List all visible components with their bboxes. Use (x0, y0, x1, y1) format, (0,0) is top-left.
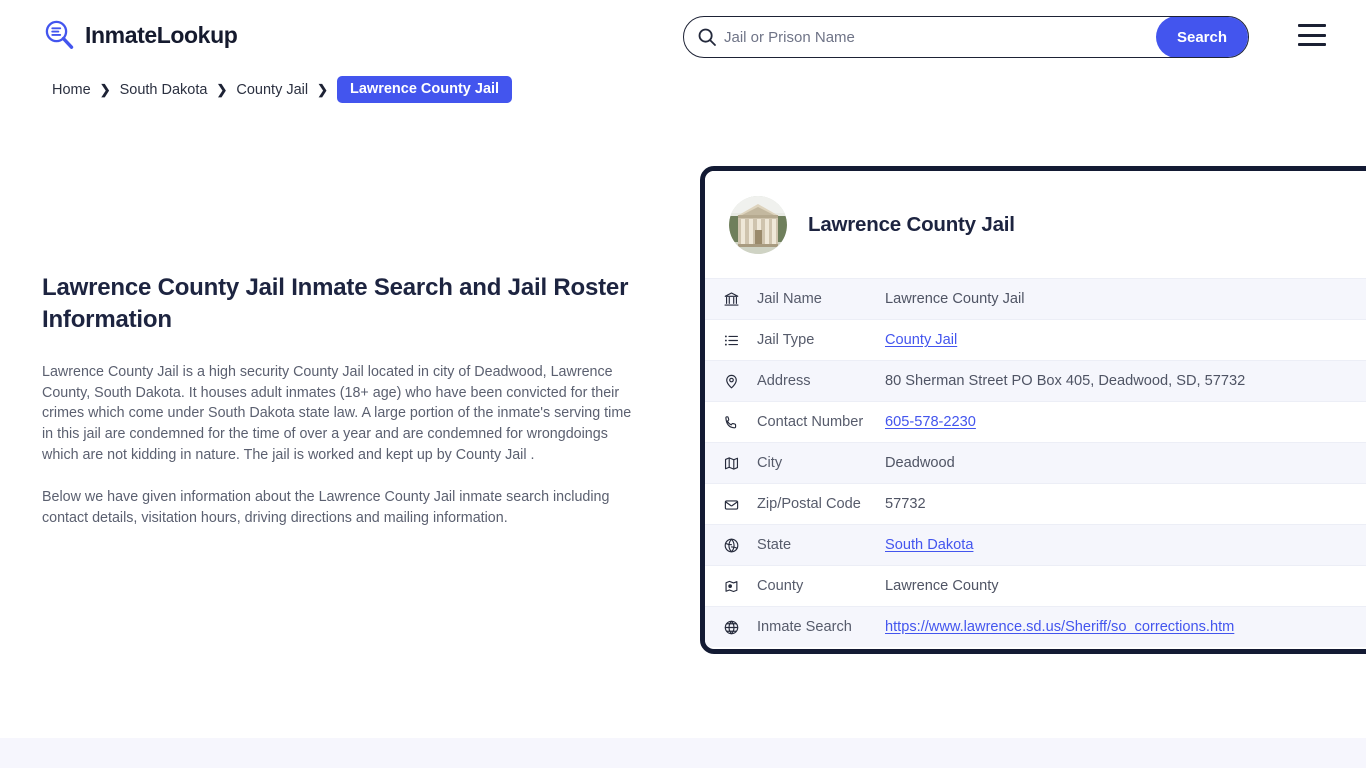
secondary-paragraph: Below we have given information about th… (42, 489, 610, 527)
envelope-icon (723, 496, 757, 513)
site-header: InmateLookup Search (0, 0, 1366, 74)
page-root: InmateLookup Search Home ❯ South Dakota ❯ Co… (0, 0, 1366, 768)
breadcrumb-item-county-jail[interactable]: County Jail (236, 82, 308, 98)
map-location-icon (723, 578, 757, 595)
courthouse-building-photo (729, 195, 787, 254)
row-label: State (757, 537, 792, 553)
jail-card-header: Lawrence County Jail (705, 171, 1366, 278)
row-value: 80 Sherman Street PO Box 405, Deadwood, … (885, 373, 1246, 389)
row-label: Address (757, 373, 811, 389)
breadcrumb-item-south-dakota[interactable]: South Dakota (120, 82, 208, 98)
row-label: City (757, 455, 783, 471)
hamburger-bar (1298, 33, 1326, 37)
table-row: Address 80 Sherman Street PO Box 405, Dea… (705, 360, 1366, 401)
article-column: Lawrence County Jail Inmate Search and J… (42, 272, 642, 551)
breadcrumb-item-home[interactable]: Home (52, 82, 91, 98)
breadcrumb-separator-icon: ❯ (99, 81, 111, 97)
globe-grid-icon (723, 619, 757, 636)
search-list-logo-icon (42, 18, 76, 52)
breadcrumb-separator-icon: ❯ (317, 81, 329, 97)
jail-detail-table: Jail Name Lawrence County Jail Jail Type Co… (705, 278, 1366, 647)
brand-logo[interactable]: InmateLookup (42, 18, 238, 52)
table-row: County Lawrence County (705, 565, 1366, 606)
table-row: Jail Type County Jail (705, 319, 1366, 360)
breadcrumb: Home ❯ South Dakota ❯ County Jail ❯ Lawrence C… (52, 76, 513, 103)
jail-card-title: Lawrence County Jail (808, 212, 1015, 236)
row-label: Jail Type (757, 332, 815, 348)
bank-building-icon (723, 291, 757, 308)
table-row: State South Dakota (705, 524, 1366, 565)
row-label: Jail Name (757, 291, 822, 307)
folded-map-icon (723, 455, 757, 472)
search-input[interactable] (724, 17, 1156, 57)
table-row: City Deadwood (705, 442, 1366, 483)
row-value: Deadwood (885, 455, 955, 471)
globe-icon (723, 537, 757, 554)
row-value-link[interactable]: 605-578-2230 (885, 414, 976, 430)
row-value-link[interactable]: County Jail (885, 332, 957, 348)
intro-paragraph: Lawrence County Jail is a high security … (42, 363, 632, 463)
row-value: 57732 (885, 496, 926, 512)
table-row: Inmate Search https://www.lawrence.sd.us/… (705, 606, 1366, 647)
page-title: Lawrence County Jail Inmate Search and J… (42, 274, 629, 333)
search-bar[interactable]: Search (683, 16, 1249, 58)
row-label: County (757, 578, 804, 594)
breadcrumb-separator-icon: ❯ (216, 81, 228, 97)
row-label: Contact Number (757, 414, 864, 430)
jail-info-card: Lawrence County Jail Jail Name Lawrence C… (700, 166, 1366, 654)
map-pin-icon (723, 373, 757, 390)
list-icon (723, 332, 757, 349)
search-icon (684, 17, 724, 57)
table-row: Contact Number 605-578-2230 (705, 401, 1366, 442)
table-row: Jail Name Lawrence County Jail (705, 278, 1366, 319)
hamburger-bar (1298, 43, 1326, 46)
row-value: Lawrence County Jail (885, 291, 1025, 307)
row-value-link[interactable]: https://www.lawrence.sd.us/Sheriff/so_co… (885, 619, 1234, 635)
table-row: Zip/Postal Code 57732 (705, 483, 1366, 524)
row-label: Inmate Search (757, 619, 852, 635)
hamburger-menu-icon[interactable] (1298, 24, 1326, 46)
row-value: Lawrence County (885, 578, 999, 594)
breadcrumb-item-lawrence-county-jail: Lawrence County Jail (337, 76, 513, 103)
row-label: Zip/Postal Code (757, 496, 861, 512)
row-value-link[interactable]: South Dakota (885, 537, 973, 553)
hamburger-bar (1298, 24, 1326, 27)
search-button[interactable]: Search (1156, 17, 1248, 57)
footer-band (0, 738, 1366, 768)
brand-name: InmateLookup (85, 21, 238, 48)
phone-icon (723, 414, 757, 431)
